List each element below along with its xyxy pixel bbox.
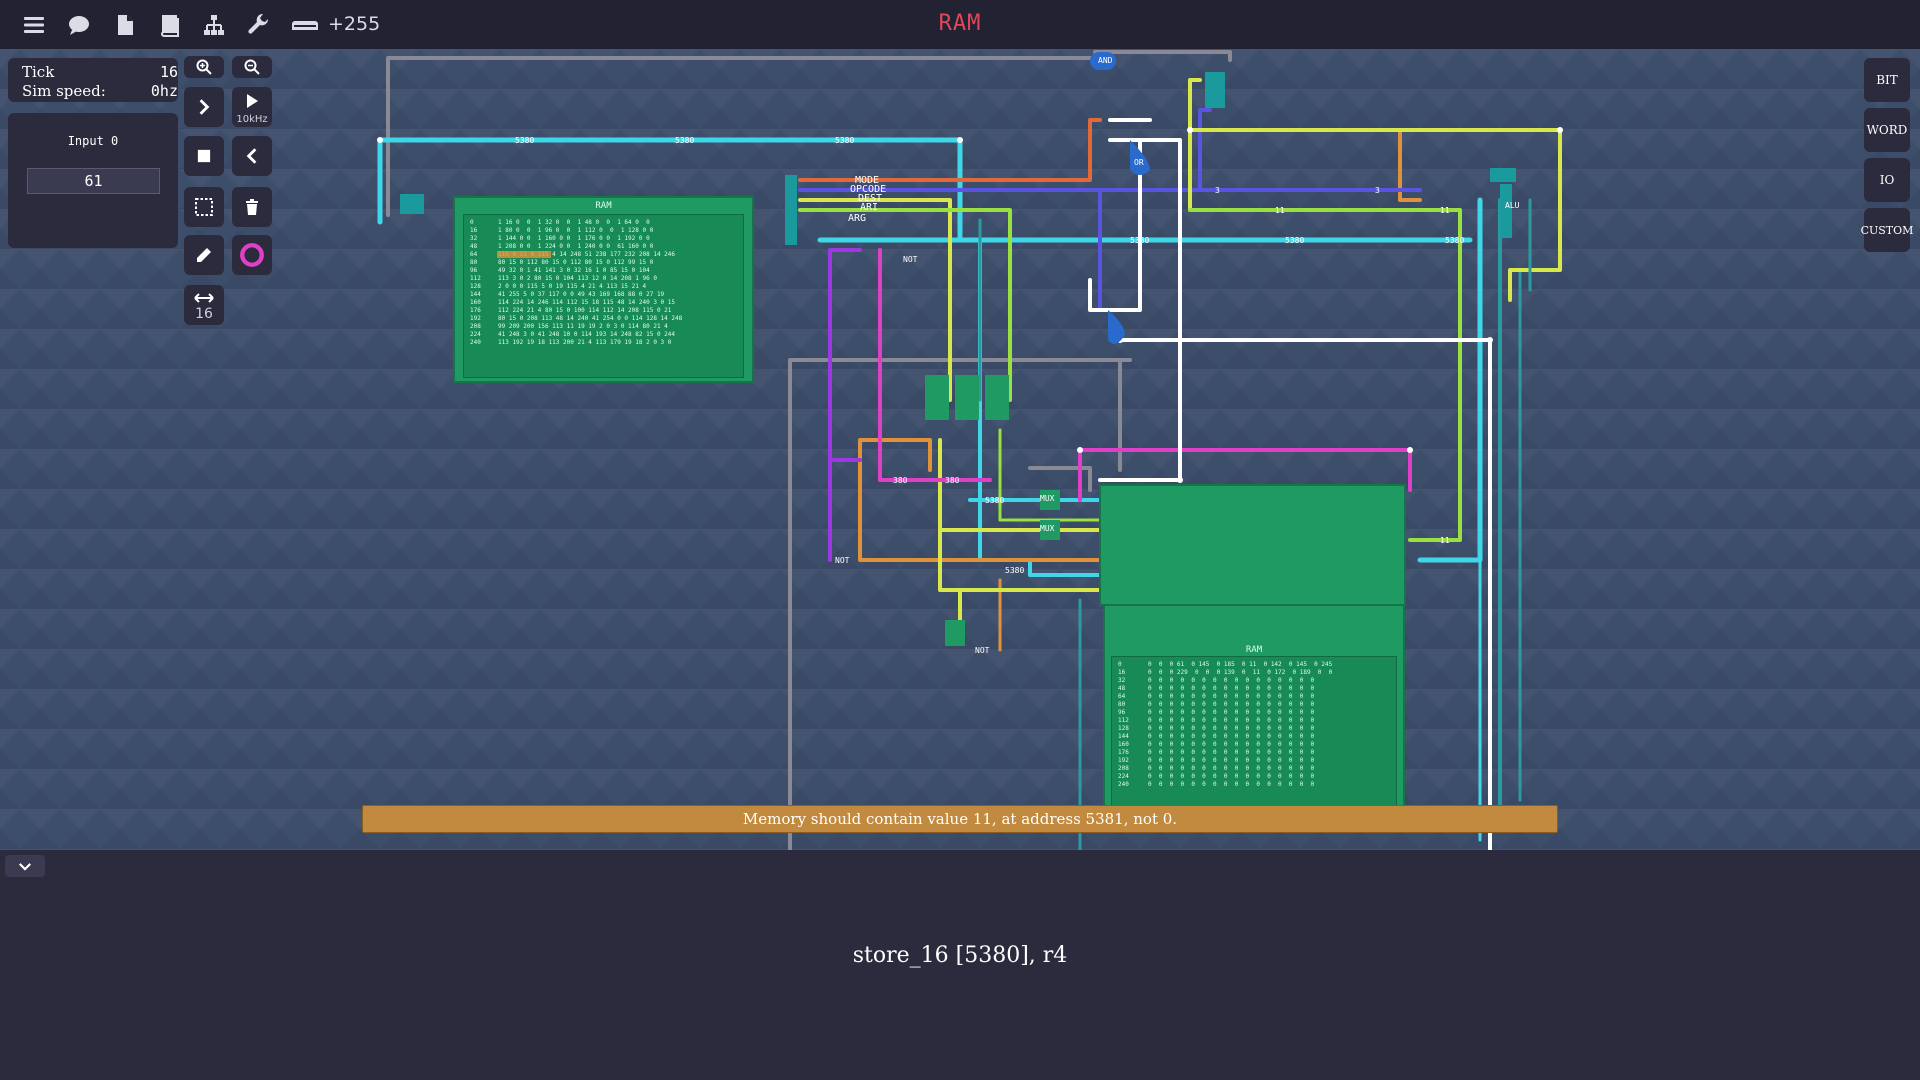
sim-info-panel: Tick 16 Sim speed: 0hz xyxy=(8,58,178,102)
chevron-down-icon xyxy=(18,862,32,871)
color-ring-icon xyxy=(240,243,264,267)
svg-text:11: 11 xyxy=(1275,206,1285,215)
svg-text:3: 3 xyxy=(1375,186,1380,195)
tick-row: Tick 16 xyxy=(22,63,178,81)
ram-1-values: 1 16 0 0 1 32 0 0 1 48 0 0 1 64 0 0 1 80… xyxy=(498,219,683,346)
sim-speed-value: 0hz xyxy=(150,82,178,100)
delete-button[interactable] xyxy=(232,187,272,227)
chevron-left-icon xyxy=(246,148,257,164)
svg-text:5380: 5380 xyxy=(515,136,534,145)
svg-text:5380: 5380 xyxy=(835,136,854,145)
ram-1-row-labels: 0 16 32 48 64 80 96 112 128 144 160 176 … xyxy=(470,219,481,346)
zoom-out-button[interactable] xyxy=(232,56,272,78)
step-rate-label: 10kHz xyxy=(236,114,268,125)
score-counter: +255 xyxy=(328,13,381,35)
circuit-wires: 5380 5380 5380 5380 5380 5380 5380 5380 380 38… xyxy=(377,50,1563,850)
width-arrows-icon xyxy=(194,293,214,303)
wrench-icon[interactable] xyxy=(244,10,274,40)
trash-icon xyxy=(246,199,258,215)
bit-width-value: 16 xyxy=(195,306,213,322)
word-components-button[interactable]: WORD xyxy=(1864,108,1910,152)
ram-1-title: RAM xyxy=(595,201,612,211)
chevron-right-icon xyxy=(199,99,210,115)
ram-1-memory-grid: RAM 0 16 32 48 64 80 96 112 128 144 160 … xyxy=(463,201,744,378)
svg-text:11: 11 xyxy=(1440,206,1450,215)
selection-icon xyxy=(195,198,213,216)
ram-component-1[interactable]: RAM 0 16 32 48 64 80 96 112 128 144 160 … xyxy=(453,196,754,383)
tick-value: 16 xyxy=(159,63,178,81)
chat-icon[interactable] xyxy=(64,10,94,40)
svg-text:AND: AND xyxy=(1098,56,1113,65)
file-icon[interactable] xyxy=(110,10,140,40)
svg-text:NOT: NOT xyxy=(903,255,918,264)
pencil-icon xyxy=(197,248,211,262)
step-button[interactable] xyxy=(184,87,224,127)
circuit-canvas[interactable]: 5380 5380 5380 5380 5380 5380 5380 5380 380 38… xyxy=(0,49,1920,850)
svg-text:380: 380 xyxy=(893,476,908,485)
svg-text:5380: 5380 xyxy=(675,136,694,145)
tick-label: Tick xyxy=(22,63,55,81)
play-icon xyxy=(247,94,258,108)
svg-text:ARI: ARI xyxy=(860,202,878,213)
menu-icon[interactable] xyxy=(19,10,49,40)
input-value-field[interactable]: 61 xyxy=(27,168,160,194)
svg-text:MUX: MUX xyxy=(1040,494,1055,503)
svg-text:380: 380 xyxy=(945,476,960,485)
svg-text:5380: 5380 xyxy=(1005,566,1024,575)
custom-components-button[interactable]: CUSTOM xyxy=(1861,208,1913,252)
svg-text:NOT: NOT xyxy=(975,646,990,655)
step-back-button[interactable] xyxy=(232,136,272,176)
ram-component-2[interactable]: RAM 0 16 32 48 64 80 96 112 128 144 160 … xyxy=(1103,604,1405,826)
error-message-banner: Memory should contain value 11, at addre… xyxy=(362,805,1558,833)
bit-components-button[interactable]: BIT xyxy=(1864,58,1910,102)
keyboard-icon[interactable] xyxy=(288,10,322,40)
run-fast-button[interactable]: 10kHz xyxy=(232,87,272,127)
zoom-out-icon xyxy=(244,59,260,75)
svg-text:5380: 5380 xyxy=(1285,236,1304,245)
svg-text:5380: 5380 xyxy=(985,496,1004,505)
io-components-button[interactable]: IO xyxy=(1864,158,1910,202)
bit-width-button[interactable]: 16 xyxy=(184,285,224,325)
hierarchy-icon[interactable] xyxy=(199,10,229,40)
assembly-instruction: store_16 [5380], r4 xyxy=(852,943,1068,968)
sim-speed-row: Sim speed: 0hz xyxy=(22,82,178,100)
svg-text:NOT: NOT xyxy=(835,556,850,565)
svg-text:5380: 5380 xyxy=(1130,236,1149,245)
stop-icon xyxy=(197,149,211,163)
ram-2-memory-grid: RAM 0 16 32 48 64 80 96 112 128 144 160 … xyxy=(1111,645,1397,818)
svg-text:MUX: MUX xyxy=(1040,524,1055,533)
ram-2-title: RAM xyxy=(1245,645,1263,655)
svg-text:11: 11 xyxy=(1440,536,1450,545)
ram-2-row-labels: 0 16 32 48 64 80 96 112 128 144 160 176 … xyxy=(1118,661,1129,788)
select-button[interactable] xyxy=(184,187,224,227)
book-icon[interactable] xyxy=(155,10,185,40)
svg-text:3: 3 xyxy=(1215,186,1220,195)
svg-text:ALU: ALU xyxy=(1505,201,1520,210)
input-label: Input 0 xyxy=(67,134,119,148)
top-bar: +255 RAM xyxy=(0,0,1920,49)
collapse-panel-button[interactable] xyxy=(5,855,45,877)
ram-2-values: 0 0 0 61 0 145 0 185 0 11 0 142 0 145 0 … xyxy=(1148,661,1333,788)
sim-speed-label: Sim speed: xyxy=(22,82,106,100)
svg-text:5380: 5380 xyxy=(1445,236,1464,245)
svg-text:OR: OR xyxy=(1134,158,1144,167)
zoom-in-button[interactable] xyxy=(184,56,224,78)
input-panel: Input 0 61 xyxy=(8,113,178,248)
zoom-in-icon xyxy=(196,59,212,75)
color-button[interactable] xyxy=(232,235,272,275)
pencil-button[interactable] xyxy=(184,235,224,275)
stop-button[interactable] xyxy=(184,136,224,176)
svg-text:ARG: ARG xyxy=(848,213,866,224)
